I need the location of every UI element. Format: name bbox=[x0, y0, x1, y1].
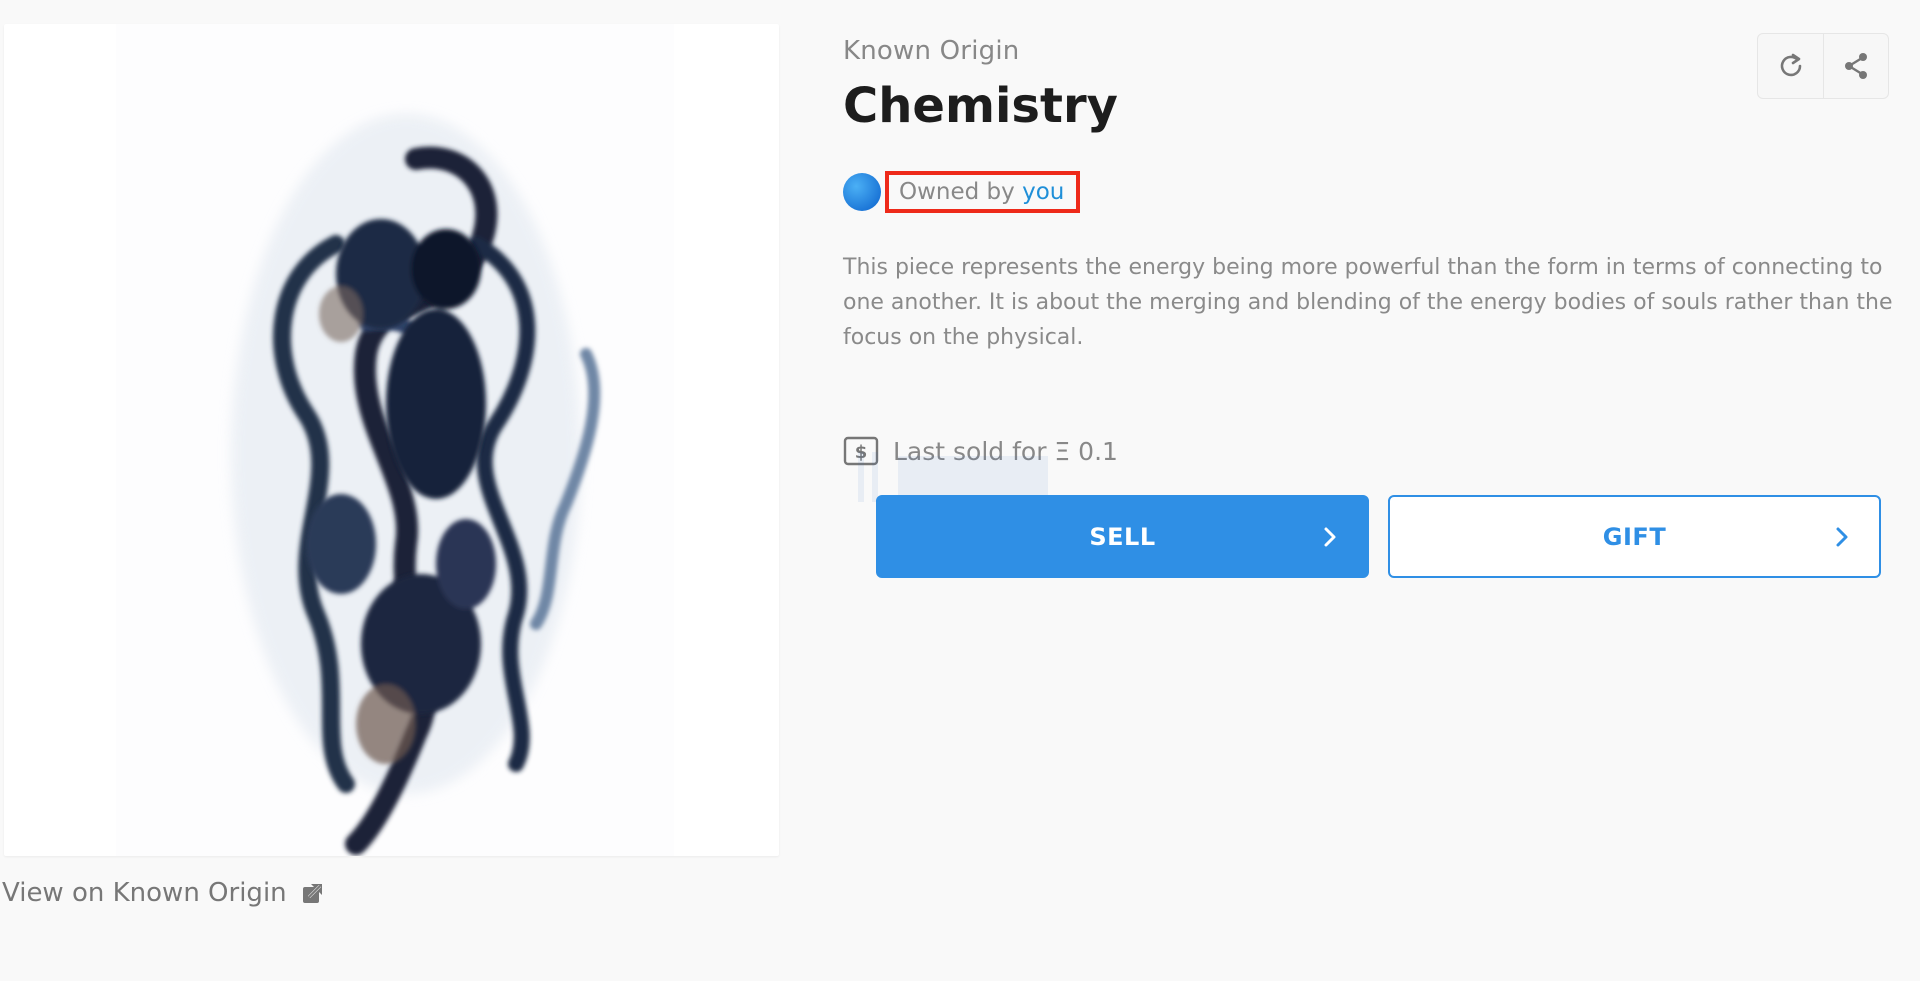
artwork-image bbox=[116, 24, 674, 856]
share-icon bbox=[1845, 53, 1867, 79]
sell-button-label: SELL bbox=[1089, 522, 1156, 551]
price-tag-icon: $ bbox=[843, 436, 879, 466]
owner-label: Owned by you bbox=[885, 171, 1081, 213]
artwork-title: Chemistry bbox=[843, 78, 1118, 134]
owner-link[interactable]: you bbox=[1022, 179, 1064, 205]
toolbar bbox=[1757, 33, 1889, 99]
share-button[interactable] bbox=[1823, 34, 1888, 98]
chevron-right-icon bbox=[1836, 527, 1848, 546]
chevron-right-icon bbox=[1324, 527, 1336, 546]
artwork-description: This piece represents the energy being m… bbox=[843, 255, 1893, 350]
external-link-icon bbox=[301, 881, 325, 905]
asset-detail-page: View on Known Origin Known Origin Chemis… bbox=[0, 0, 1920, 981]
owner-avatar[interactable] bbox=[843, 173, 881, 211]
refresh-button[interactable] bbox=[1758, 34, 1823, 98]
last-sold-row: $ Last sold for Ξ 0.1 bbox=[843, 433, 1118, 469]
owner-row: Owned by you bbox=[843, 167, 1081, 217]
view-on-known-origin-link[interactable]: View on Known Origin bbox=[2, 875, 325, 911]
owner-prefix: Owned by bbox=[899, 179, 1015, 205]
gift-button[interactable]: GIFT bbox=[1388, 495, 1881, 578]
view-on-known-origin-label: View on Known Origin bbox=[2, 878, 287, 908]
artwork-card bbox=[4, 24, 779, 856]
refresh-icon bbox=[1780, 53, 1801, 77]
collection-name: Known Origin bbox=[843, 36, 1020, 66]
last-sold-label: Last sold for Ξ 0.1 bbox=[893, 436, 1118, 466]
svg-text:$: $ bbox=[855, 442, 868, 463]
gift-button-label: GIFT bbox=[1602, 522, 1667, 551]
sell-button[interactable]: SELL bbox=[876, 495, 1369, 578]
